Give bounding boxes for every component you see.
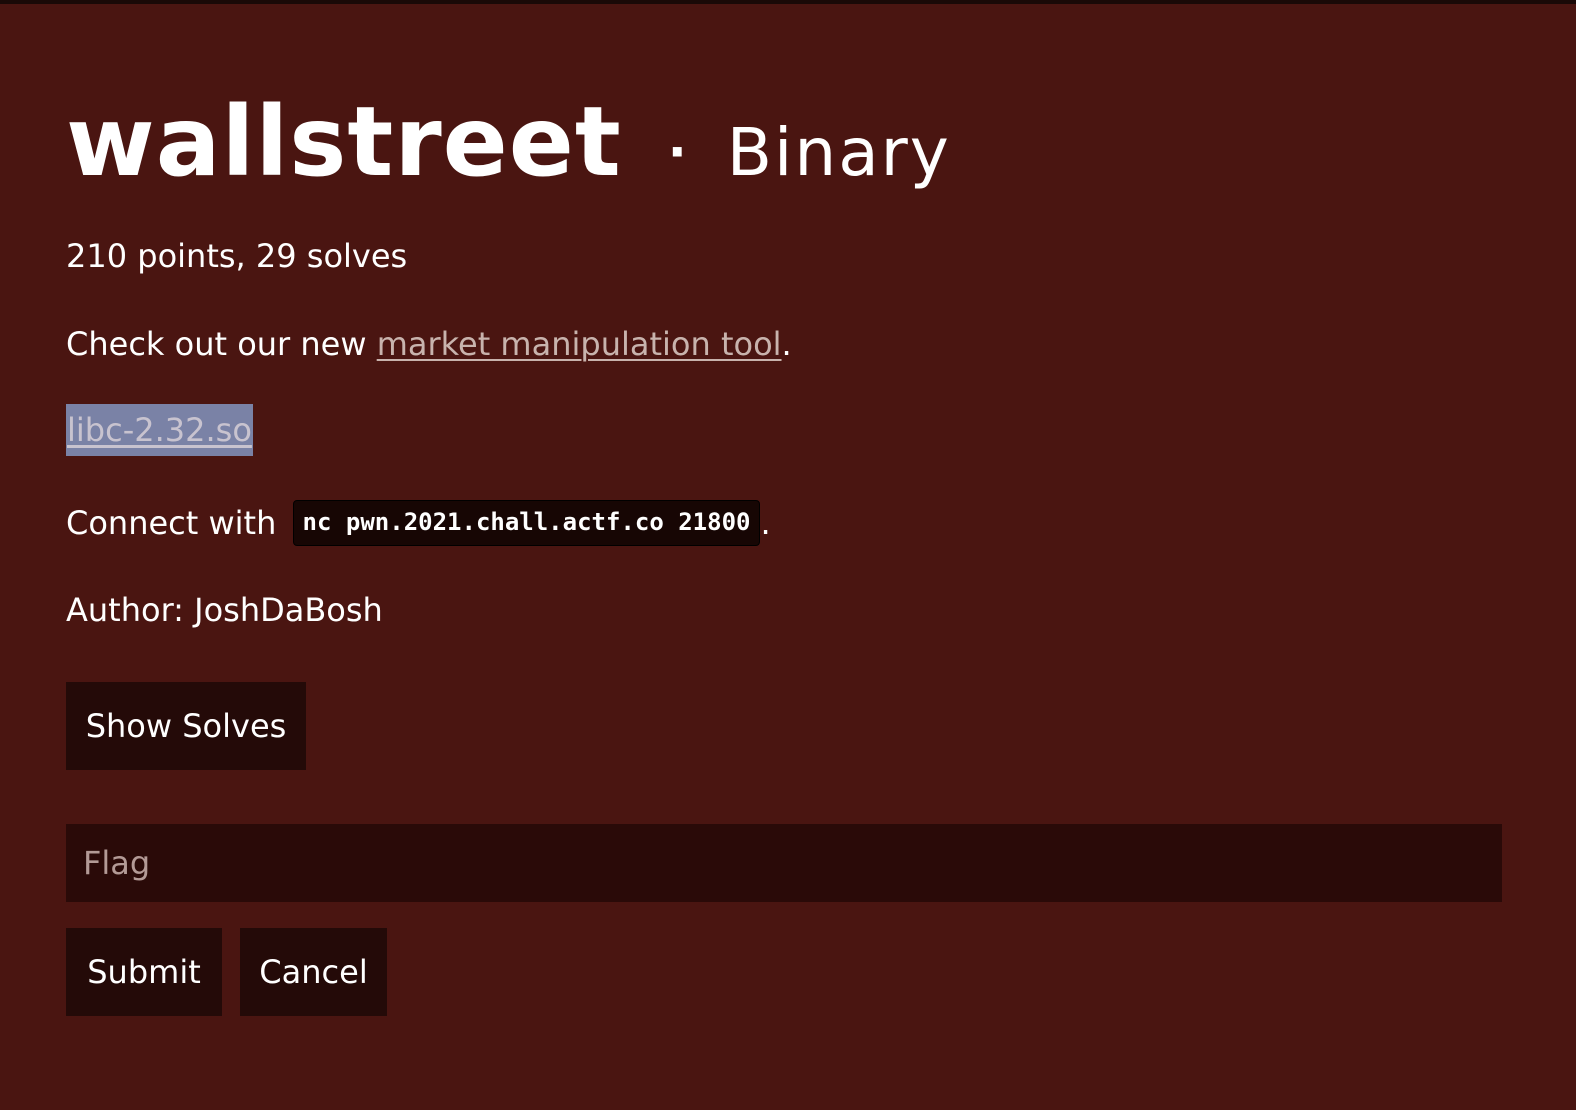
flag-input[interactable] xyxy=(66,824,1502,902)
cancel-button[interactable]: Cancel xyxy=(240,928,387,1016)
show-solves-button[interactable]: Show Solves xyxy=(66,682,306,770)
connection-info: Connect with nc pwn.2021.chall.actf.co 2… xyxy=(66,500,771,548)
challenge-description: Check out our new market manipulation to… xyxy=(66,324,792,364)
challenge-header: wallstreet · Binary xyxy=(66,92,951,202)
flag-field-container xyxy=(66,824,1502,902)
challenge-category: Binary xyxy=(726,114,951,191)
market-tool-link[interactable]: market manipulation tool xyxy=(377,325,782,363)
connect-period: . xyxy=(760,504,771,542)
top-border xyxy=(0,0,1576,4)
challenge-title: wallstreet xyxy=(66,86,622,198)
challenge-author: Author: JoshDaBosh xyxy=(66,591,383,629)
connect-text: Connect with xyxy=(66,504,287,542)
description-period: . xyxy=(781,325,792,363)
challenge-files: libc-2.32.so xyxy=(66,404,253,456)
submit-button[interactable]: Submit xyxy=(66,928,222,1016)
title-separator: · xyxy=(667,123,687,181)
description-text: Check out our new xyxy=(66,325,377,363)
challenge-stats: 210 points, 29 solves xyxy=(66,237,408,275)
connect-command: nc pwn.2021.chall.actf.co 21800 xyxy=(292,500,761,546)
libc-file-link[interactable]: libc-2.32.so xyxy=(66,404,253,456)
